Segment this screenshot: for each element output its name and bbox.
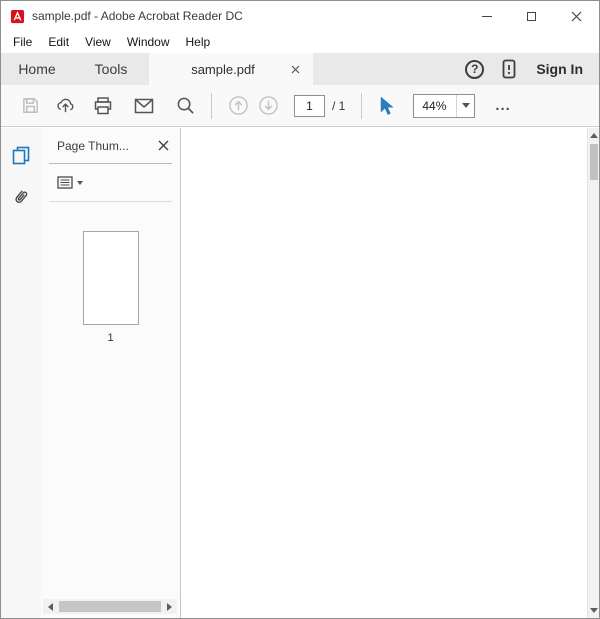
window-controls — [464, 1, 599, 31]
save-icon[interactable] — [19, 95, 41, 117]
menu-edit[interactable]: Edit — [40, 32, 77, 52]
next-page-icon[interactable] — [257, 95, 279, 117]
page-total-label: / 1 — [332, 98, 346, 113]
menu-help[interactable]: Help — [178, 32, 219, 52]
tab-bar: Home Tools sample.pdf ? Sign In — [1, 53, 599, 85]
page-thumbnails-panel: Page Thum... 1 — [41, 128, 181, 618]
maximize-icon[interactable] — [509, 1, 554, 31]
scroll-down-icon[interactable] — [588, 603, 599, 618]
panel-title: Page Thum... — [57, 138, 129, 153]
tab-home[interactable]: Home — [1, 53, 73, 85]
scroll-right-icon[interactable] — [162, 599, 177, 614]
scroll-left-icon[interactable] — [43, 599, 58, 614]
window-title: sample.pdf - Adobe Acrobat Reader DC — [32, 9, 243, 23]
menu-view[interactable]: View — [77, 32, 119, 52]
acrobat-window: sample.pdf - Adobe Acrobat Reader DC Fil… — [0, 0, 600, 619]
more-tools-button[interactable]: ... — [495, 97, 511, 114]
document-view[interactable] — [182, 128, 587, 618]
sign-in-button[interactable]: Sign In — [536, 61, 599, 77]
print-icon[interactable] — [92, 95, 114, 117]
toolbar: / 1 44% ... — [1, 85, 599, 127]
menu-file[interactable]: File — [5, 32, 40, 52]
zoom-dropdown-icon[interactable] — [456, 94, 474, 117]
menu-bar: File Edit View Window Help — [1, 31, 599, 53]
vertical-scroll-thumb[interactable] — [590, 144, 598, 180]
search-icon[interactable] — [174, 95, 196, 117]
email-icon[interactable] — [133, 95, 155, 117]
panel-header: Page Thum... — [49, 128, 172, 164]
menu-window[interactable]: Window — [119, 32, 178, 52]
select-tool-icon[interactable] — [375, 95, 397, 117]
scroll-up-icon[interactable] — [588, 128, 599, 143]
page-1-thumbnail-label: 1 — [107, 332, 114, 344]
panel-toolbar — [49, 164, 172, 202]
horizontal-scroll-thumb[interactable] — [59, 601, 161, 612]
toolbar-separator — [361, 92, 363, 119]
minimize-icon[interactable] — [464, 1, 509, 31]
tab-tools[interactable]: Tools — [73, 53, 149, 85]
mobile-notification-icon[interactable] — [502, 59, 516, 79]
help-icon[interactable]: ? — [465, 59, 485, 79]
vertical-scrollbar[interactable] — [587, 128, 599, 618]
tab-document[interactable]: sample.pdf — [149, 53, 313, 85]
title-bar: sample.pdf - Adobe Acrobat Reader DC — [1, 1, 599, 31]
document-tab-label: sample.pdf — [191, 61, 255, 77]
close-icon[interactable] — [554, 1, 599, 31]
attachments-icon[interactable] — [1, 178, 41, 216]
share-cloud-icon[interactable] — [54, 95, 76, 117]
pdf-file-icon — [10, 9, 25, 23]
previous-page-icon[interactable] — [227, 95, 249, 117]
navigation-rail — [1, 128, 41, 618]
panel-horizontal-scrollbar[interactable] — [43, 599, 177, 614]
panel-options-icon[interactable] — [49, 176, 83, 189]
thumbnail-list: 1 — [41, 231, 180, 344]
content-area: Page Thum... 1 — [1, 128, 599, 618]
zoom-control[interactable]: 44% — [413, 93, 476, 118]
page-thumbnails-icon[interactable] — [1, 136, 41, 174]
tabbar-right-group: ? Sign In — [465, 53, 599, 85]
toolbar-separator — [211, 92, 212, 119]
zoom-value: 44% — [422, 98, 447, 113]
page-1-thumbnail[interactable] — [82, 231, 139, 325]
page-number-input[interactable] — [294, 94, 325, 117]
tab-close-icon[interactable] — [287, 61, 303, 77]
panel-close-icon[interactable] — [154, 137, 172, 155]
